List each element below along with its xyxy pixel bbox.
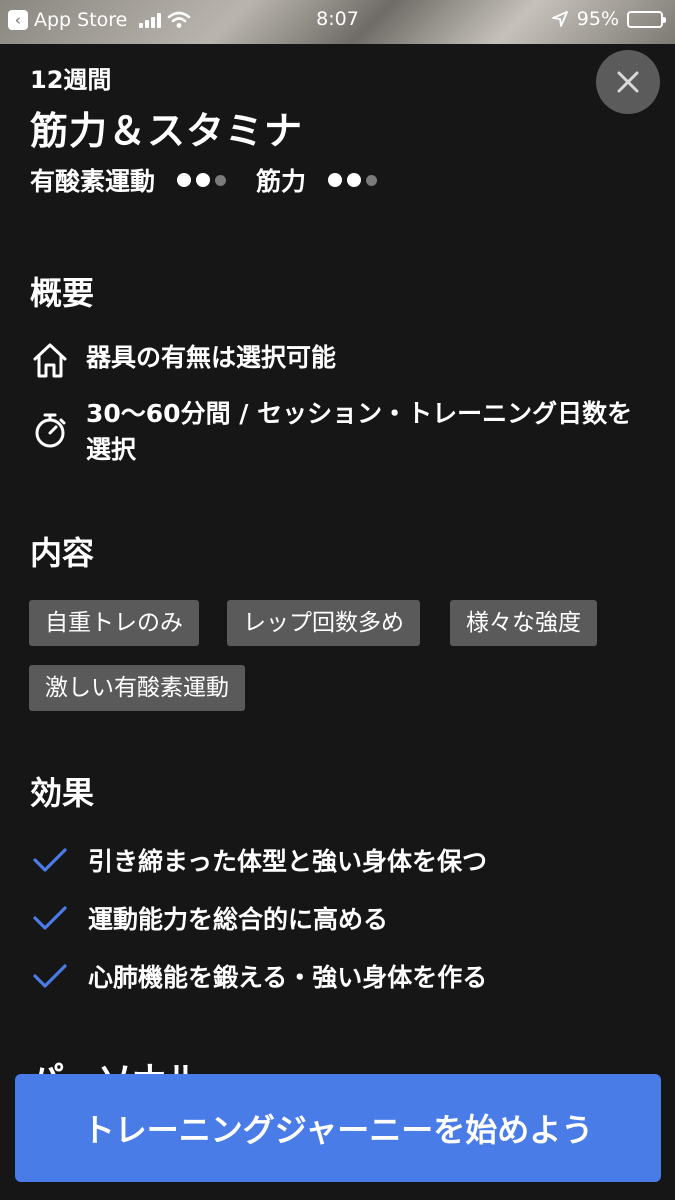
overview-text: 器具の有無は選択可能 [86, 343, 337, 372]
intensity-dot [196, 173, 211, 187]
home-icon [33, 343, 67, 378]
content-tag: 激しい有酸素運動 [29, 665, 245, 711]
intensity-label-cardio: 有酸素運動 [30, 167, 156, 196]
overview-item-duration: 30〜60分間 / セッション・トレーニング日数を選択 [30, 396, 646, 468]
intensity-dot [347, 173, 362, 187]
content-tag: 自重トレのみ [29, 600, 199, 646]
effect-item: 心肺機能を鍛える・強い身体を作る [30, 958, 487, 994]
checkmark-icon [33, 964, 67, 988]
intensity-dots-strength [328, 173, 378, 187]
effect-text: 心肺機能を鍛える・強い身体を作る [88, 963, 488, 992]
battery-icon [627, 10, 666, 28]
intensity-dot [177, 173, 192, 187]
intensity-dot [328, 173, 343, 187]
overview-heading: 概要 [30, 274, 95, 312]
battery-percent: 95% [576, 8, 619, 30]
start-journey-button[interactable]: トレーニングジャーニーを始めよう [15, 1074, 661, 1182]
effect-item: 運動能力を総合的に高める [30, 900, 388, 936]
effect-text: 運動能力を総合的に高める [88, 905, 389, 934]
content-heading: 内容 [30, 534, 95, 572]
intensity-dot [215, 174, 227, 186]
intensity-row: 有酸素運動 筋力 [30, 162, 407, 198]
content-tag: レップ回数多め [227, 600, 420, 646]
status-bar: ‹ App Store 8:07 95% [0, 0, 675, 44]
stopwatch-icon [35, 413, 66, 448]
checkmark-icon [33, 906, 67, 930]
overview-item-equipment: 器具の有無は選択可能 [30, 340, 646, 380]
effects-heading: 効果 [30, 774, 95, 812]
checkmark-icon [33, 848, 67, 872]
program-duration: 12週間 [30, 66, 112, 94]
content-tag: 様々な強度 [450, 600, 597, 646]
effect-text: 引き締まった体型と強い身体を保つ [88, 847, 488, 876]
status-bar-right: 95% [551, 8, 666, 30]
effect-item: 引き締まった体型と強い身体を保つ [30, 842, 487, 878]
intensity-dot [366, 174, 378, 186]
personal-heading: パーソナル [30, 1052, 200, 1076]
program-title: 筋力＆スタミナ [30, 109, 304, 153]
intensity-dots-cardio [177, 173, 227, 187]
close-button[interactable] [596, 50, 660, 114]
overview-text: 30〜60分間 / セッション・トレーニング日数を選択 [86, 399, 633, 464]
intensity-label-strength: 筋力 [256, 167, 307, 196]
location-arrow-icon [551, 11, 568, 27]
close-icon [617, 71, 639, 93]
